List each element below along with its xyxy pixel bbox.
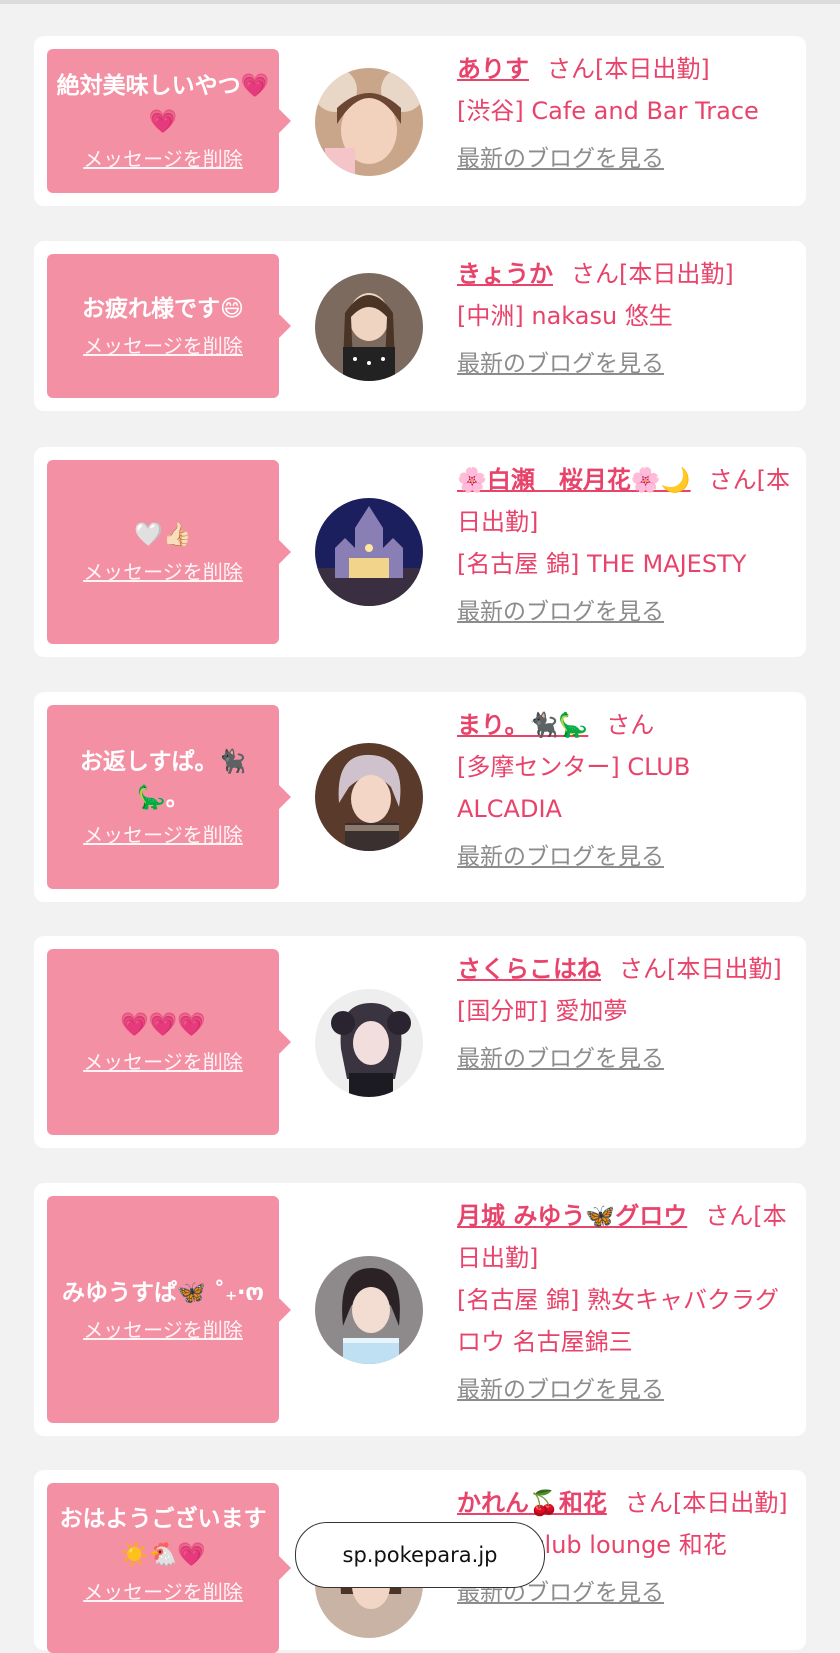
girl-name-link[interactable]: かれん🍒和花 [457, 1489, 607, 1517]
message-bubble: みゆうすぱ🦋 ˚₊‧ო メッセージを削除 [47, 1196, 291, 1423]
message-text: 絶対美味しいやつ💗💗 [56, 73, 270, 135]
delete-message-link[interactable]: メッセージを削除 [83, 331, 243, 361]
message-card: 🤍👍🏻 メッセージを削除 🌸白瀬 桜月花🌸🌙 さん[本日出勤] [名古屋 錦] T… [34, 447, 806, 657]
girl-status: さん[本日出勤] [547, 55, 710, 83]
delete-message-link[interactable]: メッセージを削除 [83, 144, 243, 174]
message-text: お返しすぱ。🐈‍⬛🦕。 [79, 749, 247, 811]
girl-info: 🌸白瀬 桜月花🌸🌙 さん[本日出勤] [名古屋 錦] THE MAJESTY 最新… [457, 459, 797, 627]
message-bubble: お疲れ様です😄 メッセージを削除 [47, 254, 291, 398]
message-card: 絶対美味しいやつ💗💗 メッセージを削除 ありす さん[本日出勤] [渋谷] Caf… [34, 36, 806, 206]
top-divider [0, 0, 840, 4]
girl-info: さくらこはね さん[本日出勤] [国分町] 愛加夢 最新のブログを見る [457, 948, 797, 1074]
message-card: みゆうすぱ🦋 ˚₊‧ო メッセージを削除 月城 みゆう🦋グロウ さん[本日出勤] … [34, 1183, 806, 1436]
delete-message-link[interactable]: メッセージを削除 [83, 1047, 243, 1077]
avatar[interactable] [315, 989, 423, 1097]
girl-status: さん[本日出勤] [624, 1489, 788, 1517]
avatar[interactable] [315, 743, 423, 851]
avatar[interactable] [315, 1256, 423, 1364]
avatar[interactable] [315, 498, 423, 606]
address-bar[interactable]: sp.pokepara.jp [295, 1522, 545, 1588]
latest-blog-link[interactable]: 最新のブログを見る [457, 842, 797, 872]
delete-message-link[interactable]: メッセージを削除 [83, 1315, 243, 1345]
avatar[interactable] [315, 68, 423, 176]
store-name: [名古屋 錦] 熟女キャバクラグロウ 名古屋錦三 [457, 1286, 779, 1356]
delete-message-link[interactable]: メッセージを削除 [83, 1577, 243, 1607]
store-name: [中洲] nakasu 悠生 [457, 302, 673, 330]
girl-name-link[interactable]: きょうか [457, 260, 553, 288]
message-bubble: おはようございます☀️🐔💗 メッセージを削除 [47, 1483, 291, 1653]
girl-info: 月城 みゆう🦋グロウ さん[本日出勤] [名古屋 錦] 熟女キャバクラグロウ 名古… [457, 1195, 797, 1405]
message-card: お疲れ様です😄 メッセージを削除 きょうか さん[本日出勤] [中洲] nakas… [34, 241, 806, 411]
girl-info: ありす さん[本日出勤] [渋谷] Cafe and Bar Trace 最新のブ… [457, 48, 797, 174]
message-card: お返しすぱ。🐈‍⬛🦕。 メッセージを削除 まり。🐈‍⬛🦕 さん [多摩センター] … [34, 692, 806, 902]
girl-status: さん[本日出勤] [619, 955, 782, 983]
girl-info: きょうか さん[本日出勤] [中洲] nakasu 悠生 最新のブログを見る [457, 253, 797, 379]
message-text: みゆうすぱ🦋 ˚₊‧ო [61, 1279, 265, 1306]
girl-info: まり。🐈‍⬛🦕 さん [多摩センター] CLUB ALCADIA 最新のブログを見… [457, 704, 797, 872]
store-name: [名古屋 錦] THE MAJESTY [457, 550, 747, 578]
url-text: sp.pokepara.jp [342, 1543, 498, 1567]
delete-message-link[interactable]: メッセージを削除 [83, 557, 243, 587]
latest-blog-link[interactable]: 最新のブログを見る [457, 1044, 797, 1074]
girl-status: さん [606, 711, 655, 739]
message-text: 💗💗💗 [120, 1012, 206, 1038]
latest-blog-link[interactable]: 最新のブログを見る [457, 1375, 797, 1405]
message-text: お疲れ様です😄 [82, 296, 244, 322]
girl-name-link[interactable]: ありす [457, 55, 529, 83]
girl-name-link[interactable]: 🌸白瀬 桜月花🌸🌙 [457, 466, 691, 494]
message-bubble: 🤍👍🏻 メッセージを削除 [47, 460, 291, 644]
latest-blog-link[interactable]: 最新のブログを見る [457, 144, 797, 174]
store-name: [渋谷] Cafe and Bar Trace [457, 97, 759, 125]
avatar[interactable] [315, 273, 423, 381]
latest-blog-link[interactable]: 最新のブログを見る [457, 349, 797, 379]
girl-name-link[interactable]: まり。🐈‍⬛🦕 [457, 711, 588, 739]
girl-name-link[interactable]: さくらこはね [457, 955, 601, 983]
message-bubble: 💗💗💗 メッセージを削除 [47, 949, 291, 1135]
message-bubble: 絶対美味しいやつ💗💗 メッセージを削除 [47, 49, 291, 193]
message-bubble: お返しすぱ。🐈‍⬛🦕。 メッセージを削除 [47, 705, 291, 889]
girl-status: さん[本日出勤] [571, 260, 734, 288]
message-text: おはようございます☀️🐔💗 [59, 1506, 267, 1568]
latest-blog-link[interactable]: 最新のブログを見る [457, 597, 797, 627]
store-name: [多摩センター] CLUB ALCADIA [457, 753, 691, 823]
message-text: 🤍👍🏻 [134, 522, 192, 548]
message-card: 💗💗💗 メッセージを削除 さくらこはね さん[本日出勤] [国分町] 愛加夢 最新… [34, 936, 806, 1148]
delete-message-link[interactable]: メッセージを削除 [83, 820, 243, 850]
store-name: [国分町] 愛加夢 [457, 997, 628, 1025]
girl-name-link[interactable]: 月城 みゆう🦋グロウ [457, 1202, 687, 1230]
